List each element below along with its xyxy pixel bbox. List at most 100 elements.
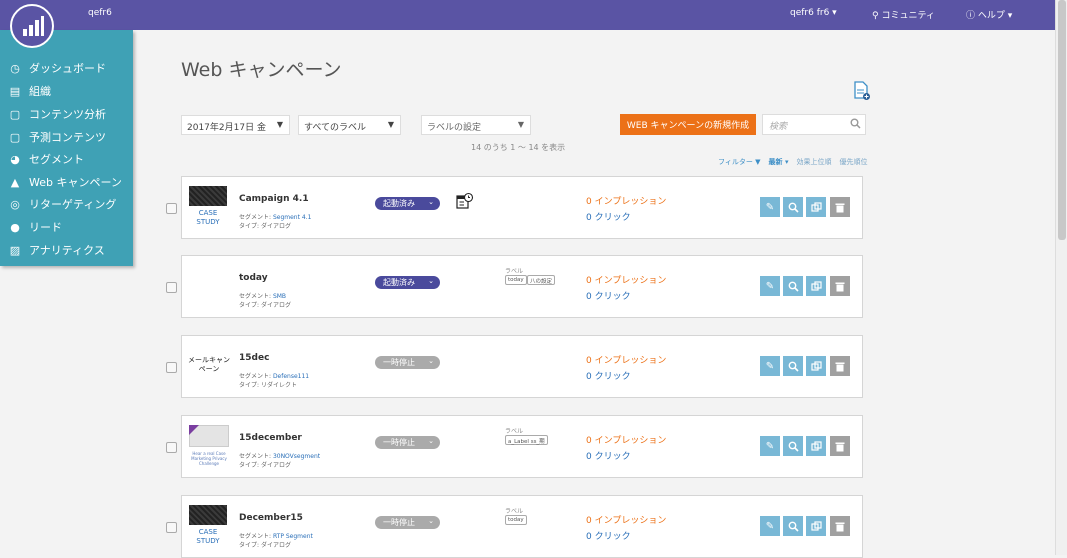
type-value: ダイアログ	[260, 302, 291, 309]
sidebar-item-organization[interactable]: ▤ 組織	[8, 81, 51, 101]
username: qefr6	[88, 8, 112, 18]
label-tag[interactable]: a_Label ss_期	[505, 435, 548, 445]
status-dropdown[interactable]: 一時停止 ⌄	[375, 356, 440, 369]
clone-button[interactable]	[806, 276, 826, 296]
clone-icon	[810, 360, 822, 371]
sort-latest[interactable]: 最新 ▾	[769, 157, 789, 167]
sort-effect[interactable]: 効果上位順	[796, 157, 831, 167]
status-dropdown[interactable]: 一時停止 ⌄	[375, 436, 440, 449]
pencil-icon: ✎	[765, 440, 775, 452]
create-campaign-button[interactable]: WEB キャンペーンの新規作成	[620, 114, 756, 135]
row-checkbox[interactable]	[166, 442, 177, 453]
segment-link[interactable]: RTP Segment	[273, 533, 313, 540]
result-count: 14 のうち 1 ～ 14 を表示	[471, 143, 566, 152]
date-select[interactable]: 2017年2月17日 金 ▼	[181, 115, 290, 135]
segment-prefix: セグメント:	[239, 293, 273, 300]
campaign-name[interactable]: today	[239, 273, 268, 283]
clicks: 0 クリック	[586, 372, 631, 382]
pencil-icon: ✎	[765, 280, 775, 292]
edit-button[interactable]: ✎	[760, 276, 780, 296]
clicks: 0 クリック	[586, 292, 631, 302]
chart-icon: ▨	[9, 243, 21, 257]
caret-down-icon: ▾	[784, 158, 789, 166]
sidebar-item-leads[interactable]: ● リード	[8, 217, 62, 237]
clone-button[interactable]	[806, 197, 826, 217]
help-menu[interactable]: ⓘ ヘルプ ▾	[966, 8, 1012, 21]
edit-button[interactable]: ✎	[760, 197, 780, 217]
preview-button[interactable]	[783, 436, 803, 456]
label-filter-select[interactable]: すべてのラベル ▼	[298, 115, 401, 135]
clone-button[interactable]	[806, 436, 826, 456]
logo-icon	[23, 16, 44, 36]
row-checkbox[interactable]	[166, 362, 177, 373]
preview-button[interactable]	[783, 197, 803, 217]
delete-button[interactable]	[830, 276, 850, 296]
chevron-down-icon: ▼	[517, 120, 524, 129]
sidebar-item-retargeting[interactable]: ◎ リターゲティング	[8, 194, 116, 214]
preview-button[interactable]	[783, 356, 803, 376]
status-label: 起動済み	[383, 199, 415, 208]
filter-button[interactable]: フィルター ▼	[718, 157, 761, 167]
label-tag[interactable]: 八の設定	[527, 275, 556, 285]
campaign-name[interactable]: 15dec	[239, 353, 269, 363]
export-document-icon[interactable]	[853, 81, 871, 105]
preview-button[interactable]	[783, 276, 803, 296]
document-icon: ▢	[9, 130, 21, 144]
sort-priority[interactable]: 優先順位	[839, 157, 867, 167]
campaign-type: タイプ: ダイアログ	[239, 221, 291, 230]
campaign-name[interactable]: 15december	[239, 433, 302, 443]
sidebar-item-analytics[interactable]: ▨ アナリティクス	[8, 240, 105, 260]
preview-button[interactable]	[783, 516, 803, 536]
search-input[interactable]: 検索	[762, 114, 866, 135]
clone-button[interactable]	[806, 516, 826, 536]
chevron-down-icon: ▼	[387, 120, 394, 129]
community-link[interactable]: ⚲ コミュニティ	[872, 8, 935, 21]
sidebar-item-label: コンテンツ分析	[29, 108, 106, 121]
campaign-name[interactable]: December15	[239, 513, 303, 523]
trash-icon	[835, 362, 845, 371]
delete-button[interactable]	[830, 516, 850, 536]
delete-button[interactable]	[830, 356, 850, 376]
magnifier-icon	[788, 281, 799, 292]
sidebar-item-segments[interactable]: ◕ セグメント	[8, 149, 84, 169]
delete-button[interactable]	[830, 436, 850, 456]
page-scrollbar[interactable]	[1055, 0, 1067, 555]
person-icon: ●	[10, 220, 20, 234]
campaign-segment: セグメント: SMB	[239, 291, 286, 300]
label-settings-select[interactable]: ラベルの設定 ▼	[421, 115, 531, 135]
status-label: 起動済み	[383, 278, 415, 287]
sidebar-item-content-analysis[interactable]: ▢ コンテンツ分析	[8, 104, 106, 124]
pencil-icon: ✎	[765, 520, 775, 532]
status-dropdown[interactable]: 起動済み ⌄	[375, 276, 440, 289]
briefcase-icon: ▤	[9, 84, 21, 98]
delete-button[interactable]	[830, 197, 850, 217]
edit-button[interactable]: ✎	[760, 516, 780, 536]
sidebar-item-dashboard[interactable]: ◷ ダッシュボード	[8, 58, 106, 78]
row-checkbox[interactable]	[166, 282, 177, 293]
sort-filter-bar: フィルター ▼ 最新 ▾ 効果上位順 優先順位	[718, 157, 867, 167]
label-tag[interactable]: today	[505, 515, 527, 525]
row-checkbox[interactable]	[166, 522, 177, 533]
scrollbar-thumb[interactable]	[1058, 0, 1066, 240]
chevron-down-icon: ⌄	[428, 198, 434, 206]
account-menu[interactable]: qefr6 fr6 ▾	[790, 8, 837, 18]
label-settings-value: ラベルの設定	[427, 123, 482, 133]
sidebar-item-web-campaigns[interactable]: ▲ Web キャンペーン	[8, 172, 122, 192]
type-prefix: タイプ:	[239, 223, 261, 230]
label-tag[interactable]: today	[505, 275, 527, 285]
row-checkbox[interactable]	[166, 203, 177, 214]
edit-button[interactable]: ✎	[760, 356, 780, 376]
segment-link[interactable]: Defense111	[273, 373, 309, 380]
sidebar-item-predictive-content[interactable]: ▢ 予測コンテンツ	[8, 127, 106, 147]
community-label: コミュニティ	[881, 11, 935, 21]
edit-button[interactable]: ✎	[760, 436, 780, 456]
status-dropdown[interactable]: 起動済み ⌄	[375, 197, 440, 210]
clone-button[interactable]	[806, 356, 826, 376]
segment-link[interactable]: 30NOVsegment	[273, 453, 320, 460]
chevron-down-icon: ⌄	[428, 517, 434, 525]
segment-link[interactable]: SMB	[273, 293, 286, 300]
status-dropdown[interactable]: 一時停止 ⌄	[375, 516, 440, 529]
segment-link[interactable]: Segment 4.1	[273, 214, 311, 221]
campaign-name[interactable]: Campaign 4.1	[239, 194, 309, 204]
app-logo[interactable]	[10, 4, 54, 48]
